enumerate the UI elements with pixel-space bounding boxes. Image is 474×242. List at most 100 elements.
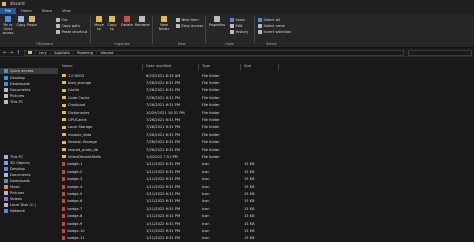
file-date: 1/11/2022 6:31 PM [146,162,181,167]
file-name: badge-4 [67,184,83,189]
nav-item-icon [4,161,8,165]
file-name: badge-8 [67,214,83,219]
table-row[interactable]: badge-5 1/11/2022 6:31 PM Icon 15 KB [58,190,298,198]
copy-to-button[interactable]: Copy to [106,16,118,31]
nav-item-icon [4,94,8,98]
discord-file-icon [62,221,66,226]
table-row[interactable]: Crashpad 7/26/2021 6:31 PM File folder [58,102,298,110]
folder-icon [62,147,66,152]
address-bar[interactable]: › cory › AppData › Roaming › discord [24,49,404,56]
folder-icon [62,125,66,129]
breadcrumb-separator: › [72,50,75,55]
up-arrow-icon[interactable]: ↑ [16,50,20,56]
rename-label: Rename [135,23,150,27]
properties-button[interactable]: Properties [208,16,226,27]
column-header-type[interactable]: Type [202,64,210,70]
file-name-cell: badge-5 [62,191,82,196]
file-name: Cache [68,88,80,93]
column-header-date[interactable]: Date modified [146,64,171,70]
file-date: 7/26/2021 6:31 PM [146,103,181,108]
invert-selection-icon [258,30,262,34]
folder-icon [62,88,66,92]
nav-item[interactable]: This PC [4,99,23,105]
move-to-button[interactable]: Move to [93,16,105,31]
table-row[interactable]: Code Cache 7/26/2021 6:31 PM File folder [58,94,298,102]
select-none-label: Select none [263,24,285,28]
file-type: Icon [202,206,210,211]
delete-icon [124,16,130,22]
column-header-size[interactable]: Size [244,64,251,70]
file-date: 7/26/2021 6:31 PM [146,147,181,152]
breadcrumb-item[interactable]: discord [100,51,113,55]
table-row[interactable]: module_data 7/26/2021 6:31 PM File folder [58,131,298,139]
breadcrumb-item[interactable]: AppData [54,51,70,55]
table-row[interactable]: Local Storage 7/26/2021 6:31 PM File folde… [58,124,298,132]
copy-button[interactable]: Copy [16,16,26,27]
file-size: 15 KB [244,169,255,174]
copy-path-icon [56,24,60,28]
select-all-button[interactable]: Select all [258,18,280,22]
copy-path-button[interactable]: Copy path [56,24,80,28]
file-type: Icon [202,199,210,204]
history-button[interactable]: History [230,30,248,34]
scissors-icon [56,18,60,22]
rename-button[interactable]: Rename [135,16,150,27]
table-row[interactable]: badge-9 1/11/2022 6:31 PM Icon 15 KB [58,220,298,228]
nav-item[interactable]: Quick access [0,68,58,74]
invert-selection-button[interactable]: Invert selection [258,30,291,34]
new-folder-button[interactable]: New folder [156,16,172,31]
table-row[interactable]: badge-1 1/11/2022 6:31 PM Icon 15 KB [58,161,298,169]
pin-quick-access-button[interactable]: Pin to Quick access [2,16,14,35]
open-label: Open [235,18,246,22]
file-name-cell: badge-2 [62,169,82,174]
table-row[interactable]: badge-11 1/11/2022 6:31 PM Icon 15 KB [58,235,298,242]
paste-button[interactable]: Paste [27,16,37,27]
paste-shortcut-button[interactable]: Paste shortcut [56,30,87,34]
table-row[interactable]: GPUCache 7/26/2021 6:31 PM File folder [58,116,298,124]
table-row[interactable]: badge-8 1/11/2022 6:31 PM Icon 15 KB [58,213,298,221]
file-date: 1/11/2022 6:31 PM [146,214,181,219]
table-row[interactable]: badge-7 1/11/2022 6:31 PM Icon 15 KB [58,205,298,213]
table-row[interactable]: 1.0.9003 6/23/2021 8:35 AM File folder [58,72,298,80]
table-row[interactable]: shared_proto_db 7/26/2021 6:31 PM File fol… [58,146,298,154]
column-header-name[interactable]: Name [62,64,73,70]
file-name-cell: Code Cache [62,96,90,100]
new-item-button[interactable]: New item [176,18,199,22]
table-row[interactable]: Dictionaries 10/29/2021 10:31 PM File fold… [58,109,298,117]
table-row[interactable]: badge-4 1/11/2022 6:31 PM Icon 15 KB [58,183,298,191]
nav-item-label: Documents [10,173,31,177]
properties-icon [214,16,220,22]
table-row[interactable]: badge-10 1/11/2022 6:31 PM Icon 15 KB [58,227,298,235]
pin-label: Pin to Quick access [2,23,14,35]
nav-item-label: Desktop [10,76,25,80]
discord-file-icon [62,214,66,219]
back-arrow-icon[interactable]: ← [3,50,7,56]
nav-item-icon [4,197,8,201]
file-name-cell: GPUCache [62,118,87,122]
file-name-cell: shared_proto_db [62,148,98,152]
table-row[interactable]: blob_storage 7/26/2021 6:31 PM File folder [58,79,298,87]
table-row[interactable]: badge-3 1/11/2022 6:31 PM Icon 15 KB [58,176,298,184]
breadcrumb-item[interactable]: cory [39,51,47,55]
forward-arrow-icon[interactable]: → [9,50,13,56]
open-button[interactable]: Open [230,18,245,22]
cut-button[interactable]: Cut [56,18,68,22]
edit-button[interactable]: Edit [230,24,242,28]
discord-file-icon [62,184,66,189]
copy-to-icon [109,16,115,22]
table-row[interactable]: badge-2 1/11/2022 6:31 PM Icon 15 KB [58,168,298,176]
nav-item-label: Local Disk (C:) [10,203,36,207]
search-input[interactable] [408,49,472,56]
table-row[interactable]: badge-6 1/11/2022 6:31 PM Icon 15 KB [58,198,298,206]
properties-label: Properties [208,23,226,27]
easy-access-button[interactable]: Easy access [176,24,203,28]
folder-icon [62,81,66,85]
table-row[interactable]: Session Storage 7/26/2021 6:31 PM File fol… [58,139,298,147]
nav-item[interactable]: Network [4,208,25,214]
breadcrumb-item[interactable]: Roaming [77,51,93,55]
select-none-button[interactable]: Select none [258,24,285,28]
delete-button[interactable]: Delete [121,16,133,27]
table-row[interactable]: Cache 7/26/2021 6:31 PM File folder [58,87,298,95]
file-size: 15 KB [244,214,255,219]
table-row[interactable]: VideoDecodeStats 1/4/2022 7:51 PM File fol… [58,153,298,161]
